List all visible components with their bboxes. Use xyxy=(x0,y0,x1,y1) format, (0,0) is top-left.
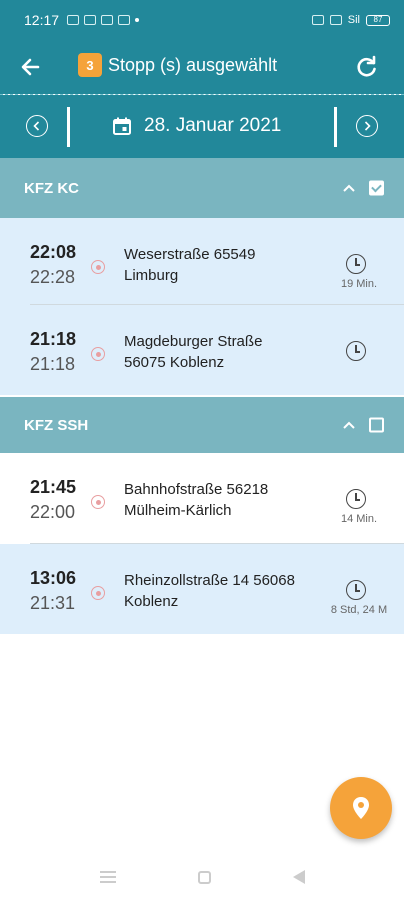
location-pin-icon xyxy=(91,586,105,600)
group-name: KFZ KC xyxy=(24,179,79,197)
status-right-icons: Sil 87 xyxy=(311,14,390,26)
stop-address: Bahnhofstraße 56218 Mülheim-Kärlich xyxy=(124,479,324,521)
selected-count-badge: 3 xyxy=(78,53,102,77)
home-icon[interactable] xyxy=(197,870,211,884)
refresh-button[interactable] xyxy=(352,52,382,82)
location-pin-icon xyxy=(91,260,105,274)
group-name: KFZ SSH xyxy=(24,416,89,434)
notification-dot-icon xyxy=(135,18,140,22)
stop-address: Weserstraße 65549 Limburg xyxy=(124,244,324,286)
battery-icon: 87 xyxy=(366,14,390,26)
notification-laptop-icon xyxy=(84,15,97,25)
date-separator xyxy=(334,107,337,147)
back-arrow-icon xyxy=(21,58,40,76)
location-marker-icon xyxy=(353,797,369,819)
chevron-right-icon xyxy=(364,121,371,131)
notification-cloud-icon xyxy=(118,15,131,25)
status-notification-icons xyxy=(67,15,140,25)
timer-icon xyxy=(346,341,366,361)
next-day-button[interactable] xyxy=(356,115,378,137)
stop-address: Rheinzollstraße 14 56068 Koblenz xyxy=(124,570,324,612)
recents-menu-icon[interactable] xyxy=(99,871,116,883)
notification-app-icon xyxy=(67,15,80,25)
stop-row[interactable]: 21:45 22:00 Bahnhofstraße 56218 Mülheim-… xyxy=(0,453,404,543)
previous-day-button[interactable] xyxy=(26,115,48,137)
timer-icon xyxy=(346,254,366,274)
selected-date: 28. Januar 2021 xyxy=(144,115,282,136)
stop-duration: 14 Min. xyxy=(340,513,378,525)
status-bar: 12:17 Sil 87 xyxy=(0,0,404,40)
stop-duration: 8 Std, 24 M xyxy=(330,604,388,616)
stop-address: Magdeburger Straße 56075 Koblenz xyxy=(124,331,324,373)
signal-icon xyxy=(329,15,342,25)
calendar-icon xyxy=(113,117,131,135)
app-bar: 3 Stopp (s) ausgewählt xyxy=(0,40,404,94)
stop-duration: 19 Min. xyxy=(340,278,378,290)
stop-row[interactable]: 13:06 21:31 Rheinzollstraße 14 56068 Kob… xyxy=(0,544,404,634)
address-line2: 56075 Koblenz xyxy=(124,354,225,371)
address-line1: Bahnhofstraße 56218 xyxy=(124,481,269,498)
location-pin-icon xyxy=(91,347,105,361)
selection-title: 3 Stopp (s) ausgewählt xyxy=(78,53,277,77)
chevron-up-icon[interactable] xyxy=(342,417,356,433)
address-line1: Weserstraße 65549 xyxy=(124,246,256,263)
address-line1: Rheinzollstraße 14 56068 xyxy=(124,572,295,589)
stop-end-time: 22:28 xyxy=(30,267,76,287)
timer-icon xyxy=(346,580,366,600)
wifi-icon xyxy=(311,15,324,25)
stop-end-time: 21:31 xyxy=(30,593,76,613)
stop-start-time: 13:06 xyxy=(30,568,77,588)
group-header-kfz-ssh[interactable]: KFZ SSH xyxy=(0,397,404,453)
page-title: Stopp (s) ausgewählt xyxy=(108,54,278,75)
group-header-kfz-kc[interactable]: KFZ KC xyxy=(0,158,404,218)
chevron-left-icon xyxy=(33,121,40,131)
group-checkbox[interactable] xyxy=(369,417,384,433)
refresh-icon xyxy=(357,55,376,77)
stop-end-time: 21:18 xyxy=(30,354,76,374)
timer-icon xyxy=(346,489,366,509)
stop-end-time: 22:00 xyxy=(30,502,76,522)
address-line2: Koblenz xyxy=(124,593,179,610)
back-button[interactable] xyxy=(16,52,46,82)
group-checkbox[interactable] xyxy=(369,180,384,196)
stop-row[interactable]: 21:18 21:18 Magdeburger Straße 56075 Kob… xyxy=(0,305,404,395)
address-line2: Mülheim-Kärlich xyxy=(124,502,232,519)
sim-label: Sil xyxy=(347,14,360,26)
stop-row[interactable]: 22:08 22:28 Weserstraße 65549 Limburg 19… xyxy=(0,218,404,308)
notification-bluetooth-icon xyxy=(101,15,114,25)
address-line2: Limburg xyxy=(124,267,179,284)
date-navigation: 28. Januar 2021 xyxy=(0,95,404,158)
map-location-fab[interactable] xyxy=(330,777,392,839)
chevron-up-icon[interactable] xyxy=(342,180,356,196)
date-picker[interactable]: 28. Januar 2021 xyxy=(112,115,281,137)
stop-start-time: 21:45 xyxy=(30,477,77,497)
location-pin-icon xyxy=(91,495,105,509)
system-navigation-bar xyxy=(0,854,404,900)
address-line1: Magdeburger Straße xyxy=(124,333,263,350)
date-separator xyxy=(67,107,70,147)
stop-start-time: 22:08 xyxy=(30,242,77,262)
status-time: 12:17 xyxy=(24,12,60,28)
stop-start-time: 21:18 xyxy=(30,329,77,349)
system-back-icon[interactable] xyxy=(292,870,305,884)
